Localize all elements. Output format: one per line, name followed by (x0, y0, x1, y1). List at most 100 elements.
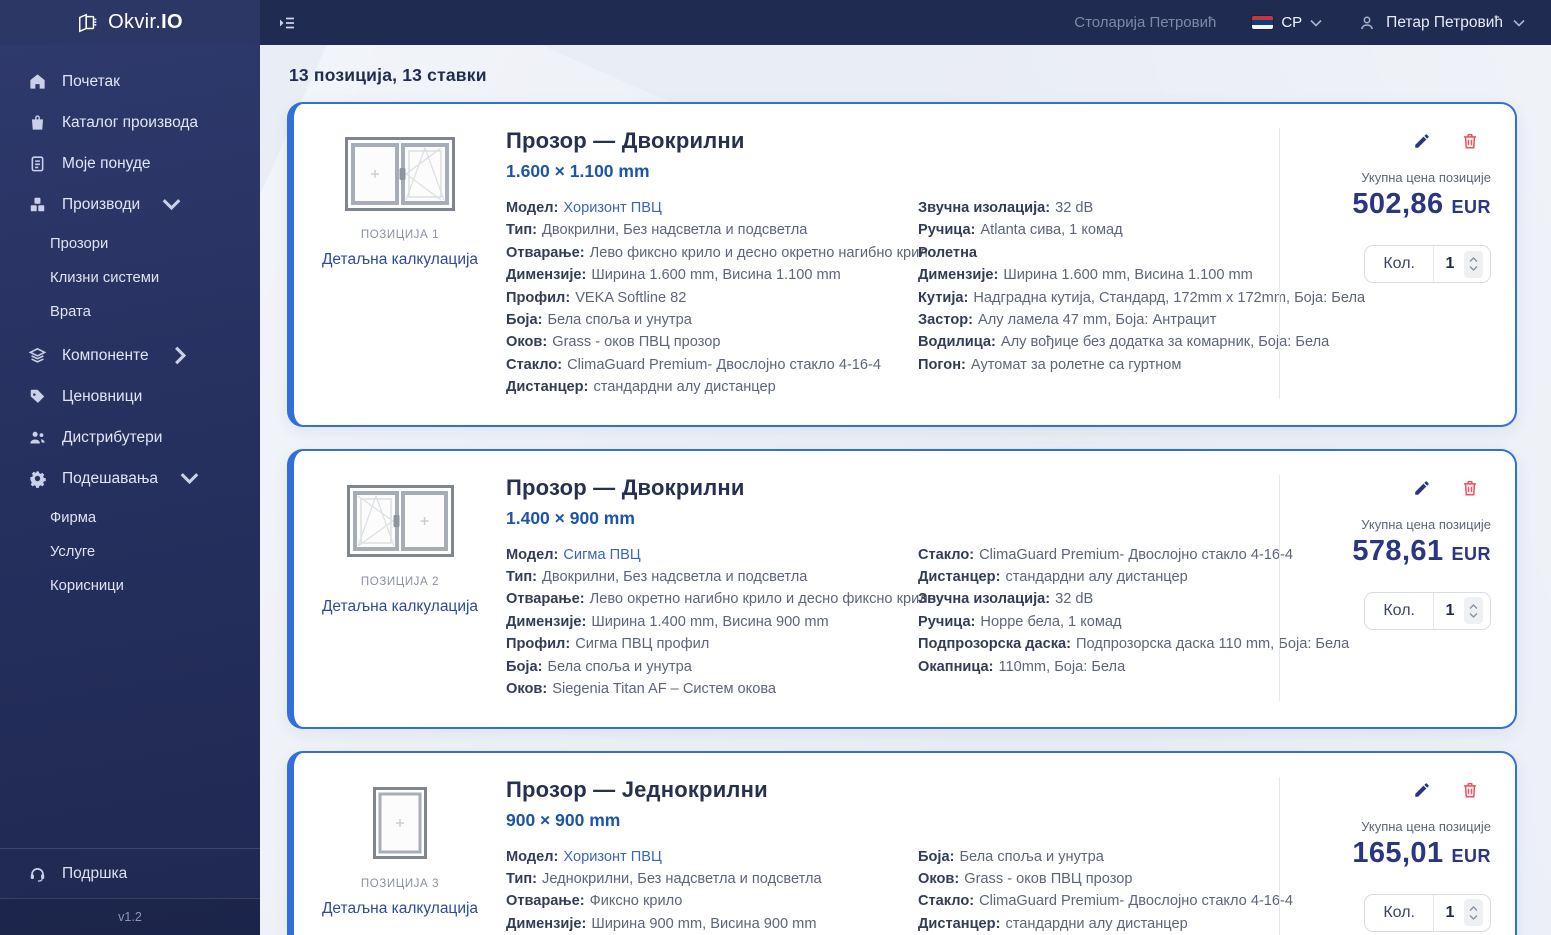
chevron-down-icon (162, 195, 181, 214)
layers-icon (28, 347, 47, 363)
spec-column-2: Боја: Бела споља и унутра Оков: Grass - око… (918, 846, 1293, 935)
app-version: v1.2 (0, 898, 260, 935)
sidebar-item-catalog[interactable]: Каталог производа (0, 102, 260, 143)
main-area: Столарија Петровић СР Петар Петровић 13 … (260, 0, 1551, 935)
quantity-input[interactable]: 1 (1436, 602, 1464, 620)
spec-value: Двокрилни, Без надсветла и подсветла (542, 569, 808, 586)
spec-value-link[interactable]: Сигма ПВЦ (563, 547, 640, 563)
spec-value: Hoppe бела, 1 комад (980, 613, 1122, 630)
quantity-input[interactable]: 1 (1436, 255, 1464, 273)
app-title: Okvir.IO (108, 11, 183, 33)
sidebar-item-support[interactable]: Подршка (0, 848, 260, 898)
spec-label: Оков: (918, 870, 960, 887)
sidebar-collapse-button[interactable] (273, 9, 301, 37)
edit-position-button[interactable] (1413, 132, 1431, 150)
card-dimensions: 900 × 900 mm (506, 809, 621, 830)
sidebar-item-pricelists[interactable]: Ценовници (0, 376, 260, 417)
spec-row: Оков: Grass - оков ПВЦ прозор (506, 331, 900, 353)
edit-position-button[interactable] (1413, 781, 1431, 799)
price-label: Укупна цена позиције (1361, 170, 1491, 185)
pencil-icon (1415, 134, 1429, 148)
spec-row: Звучна изолација: 32 dB (918, 588, 1265, 610)
spec-row: Звучна изолација: 32 dB (918, 197, 1265, 219)
window-preview-illustration (345, 137, 455, 211)
edit-position-button[interactable] (1413, 479, 1431, 497)
spec-row: Боја: Бела споља и унутра (506, 309, 900, 331)
position-card-1: ПОЗИЦИЈА 1 Детаљна калкулација Прозор — … (287, 102, 1517, 427)
spec-row: Стакло: ClimaGuard Premium- Двослојно ста… (918, 544, 1293, 566)
spec-value: Atlanta сива, 1 комад (980, 222, 1123, 239)
sidebar-item-home[interactable]: Почетак (0, 61, 260, 102)
window-preview-illustration (346, 484, 454, 557)
spec-label: Димензије: (506, 915, 587, 932)
packages-icon (30, 197, 45, 212)
detailed-calculation-link[interactable]: Детаљна калкулација (322, 598, 478, 616)
sidebar-item-components[interactable]: Компоненте (0, 335, 260, 376)
sidebar-subitem-users[interactable]: Корисници (0, 569, 260, 603)
spec-value-link[interactable]: Хоризонт ПВЦ (563, 200, 661, 216)
quantity-stepper[interactable] (1464, 250, 1483, 278)
spec-row: Оков: Grass - оков ПВЦ прозор (918, 868, 1265, 890)
user-name: Петар Петровић (1386, 13, 1503, 31)
delete-position-button[interactable] (1461, 781, 1479, 799)
spec-column-2: Звучна изолација: 32 dB Ручица: Atlanta сив… (918, 197, 1365, 399)
serbian-flag-icon (1252, 16, 1274, 29)
sidebar-item-label: Компоненте (62, 346, 149, 364)
sidebar-item-distributors[interactable]: Дистрибутери (0, 417, 260, 458)
spec-value: Ширина 1.400 mm, Висина 900 mm (591, 613, 829, 630)
detailed-calculation-link[interactable]: Детаљна калкулација (322, 900, 478, 918)
spec-row: Дистанцер: стандардни алу дистанцер (918, 566, 1265, 588)
spec-value-link[interactable]: Хоризонт ПВЦ (563, 849, 661, 865)
language-code: СР (1281, 14, 1303, 31)
spec-row: Тип: Једнокрилни, Без надсветла и подсвет… (506, 868, 900, 890)
delete-position-button[interactable] (1461, 132, 1479, 150)
spec-row: Застор: Алу ламела 47 mm, Боја: Антрацит (918, 309, 1265, 331)
spec-label: Тип: (506, 870, 538, 887)
spec-label: Профил: (506, 636, 571, 653)
quantity-stepper[interactable] (1464, 899, 1483, 926)
spec-label: Дистанцер: (918, 915, 1001, 932)
spec-row: Модел: Сигма ПВЦ (506, 544, 900, 566)
sidebar-item-offers[interactable]: Моје понуде (0, 143, 260, 184)
spec-value: ClimaGuard Premium- Двослојно стакло 4-1… (979, 893, 1294, 910)
detailed-calculation-link[interactable]: Детаљна калкулација (322, 251, 478, 269)
settings-submenu: Фирма Услуге Корисници (0, 499, 260, 609)
spec-label: Звучна изолација: (918, 200, 1051, 216)
sidebar-subitem-sliding-systems[interactable]: Клизни системи (0, 261, 260, 295)
sidebar-nav: Почетак Каталог производа Моје понуде Пр… (0, 45, 260, 848)
spec-value: Лево окретно нагибно крило и десно фиксн… (589, 591, 937, 608)
spec-value: Алу ламела 47 mm, Боја: Антрацит (978, 312, 1217, 329)
quantity-stepper[interactable] (1464, 597, 1483, 625)
spec-value: Ширина 1.600 mm, Висина 1.100 mm (1003, 267, 1253, 284)
spec-row: Дистанцер: стандардни алу дистанцер (918, 913, 1265, 935)
spec-label: Модел: (506, 546, 559, 563)
spec-row: Стакло: ClimaGuard Premium- Двослојно ста… (506, 354, 900, 376)
spec-row: Профил: Сигма ПВЦ профил (506, 633, 900, 655)
spec-label: Подпрозорска даска: (918, 636, 1072, 653)
language-selector[interactable]: СР (1252, 14, 1322, 31)
sidebar-subitem-company[interactable]: Фирма (0, 501, 260, 535)
spec-row: Ручица: Hoppe бела, 1 комад (918, 611, 1265, 633)
spec-row: Профил: VEKA Softline 82 (506, 287, 900, 309)
spec-row: Оков: Siegenia Titan AF – Систем окова (506, 678, 900, 700)
spec-row: Окапница: 110mm, Боја: Бела (918, 656, 1265, 678)
sidebar-subitem-windows[interactable]: Прозори (0, 227, 260, 261)
sidebar-item-settings[interactable]: Подешавања (0, 458, 260, 499)
sidebar-item-products[interactable]: Производи (0, 184, 260, 225)
spec-row: Ручица: Atlanta сива, 1 комад (918, 219, 1265, 241)
spec-row: Кутија: Надградна кутија, Стандард, 172mm… (918, 287, 1365, 309)
sidebar-subitem-doors[interactable]: Врата (0, 295, 260, 329)
tag-icon (30, 389, 45, 403)
quantity-control: Кол. 1 (1364, 591, 1491, 630)
spec-label: Боја: (506, 658, 543, 675)
card-title: Прозор — Једнокрилни (506, 776, 768, 802)
spec-value: 32 dB (1055, 591, 1094, 608)
chevron-down-icon (180, 469, 199, 488)
sidebar-subitem-services[interactable]: Услуге (0, 535, 260, 569)
spec-value: Grass - оков ПВЦ прозор (552, 334, 721, 351)
spec-label: Оков: (506, 334, 548, 351)
user-menu[interactable]: Петар Петровић (1358, 14, 1525, 32)
quantity-input[interactable]: 1 (1436, 904, 1464, 922)
spec-label: Оков: (506, 681, 548, 698)
delete-position-button[interactable] (1461, 479, 1479, 497)
